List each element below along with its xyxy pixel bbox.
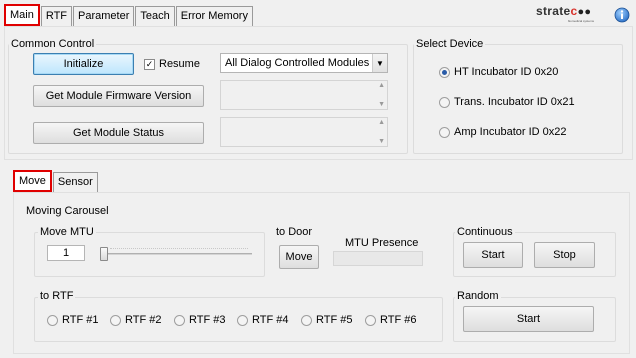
tab-move[interactable]: Move	[13, 170, 52, 192]
logo-text-a: strate	[536, 4, 571, 18]
rtf-label-2: RTF #2	[125, 314, 162, 326]
resume-checkbox[interactable]: ✓ Resume	[144, 58, 200, 70]
common-control-title: Common Control	[9, 38, 97, 50]
device-label-trans: Trans. Incubator ID 0x21	[454, 96, 575, 108]
firmware-version-button[interactable]: Get Module Firmware Version	[33, 85, 204, 107]
radio-icon[interactable]	[439, 96, 450, 108]
rtf-radio-2[interactable]: RTF #2	[110, 314, 161, 326]
device-radio-trans[interactable]: Trans. Incubator ID 0x21	[439, 96, 575, 108]
mtu-number-input[interactable]: 1	[47, 245, 85, 261]
radio-icon[interactable]	[301, 314, 312, 326]
continuous-start-button[interactable]: Start	[463, 242, 523, 268]
mtu-presence-label: MTU Presence	[345, 237, 419, 249]
mtu-slider[interactable]	[100, 245, 252, 265]
tab-parameter[interactable]: Parameter	[73, 6, 135, 26]
tab-sensor[interactable]: Sensor	[52, 172, 98, 192]
random-start-button[interactable]: Start	[463, 306, 594, 332]
resume-check-icon[interactable]: ✓	[144, 58, 155, 70]
rtf-label-4: RTF #4	[252, 314, 289, 326]
rtf-radio-5[interactable]: RTF #5	[301, 314, 352, 326]
device-label-amp: Amp Incubator ID 0x22	[454, 126, 567, 138]
scroll-up-icon[interactable]: ▲	[378, 82, 385, 89]
slider-thumb[interactable]	[100, 247, 108, 261]
tab-rtf[interactable]: RTF	[40, 6, 73, 26]
continuous-title: Continuous	[455, 226, 515, 238]
module-status-button[interactable]: Get Module Status	[33, 122, 204, 144]
firmware-output: ▲ ▼	[220, 80, 388, 110]
scroll-down-icon[interactable]: ▼	[378, 138, 385, 145]
radio-icon[interactable]	[47, 314, 58, 326]
logo-subtitle: biomedical systems	[567, 19, 594, 23]
rtf-label-5: RTF #5	[316, 314, 353, 326]
radio-icon[interactable]	[110, 314, 121, 326]
radio-icon[interactable]	[439, 126, 450, 138]
module-select-value: All Dialog Controlled Modules	[225, 57, 370, 69]
company-logo: stratec●● biomedical systems	[536, 4, 604, 26]
select-device-title: Select Device	[414, 38, 486, 50]
radio-icon[interactable]	[237, 314, 248, 326]
tab-main[interactable]: Main	[4, 4, 40, 26]
tab-error-memory[interactable]: Error Memory	[175, 6, 253, 26]
scroll-up-icon[interactable]: ▲	[378, 119, 385, 126]
module-select[interactable]: All Dialog Controlled Modules ▼	[220, 53, 388, 73]
continuous-stop-button[interactable]: Stop	[534, 242, 595, 268]
resume-label: Resume	[159, 58, 200, 70]
rtf-radio-4[interactable]: RTF #4	[237, 314, 288, 326]
initialize-button[interactable]: Initialize	[33, 53, 134, 75]
rtf-label-6: RTF #6	[380, 314, 417, 326]
rtf-radio-1[interactable]: RTF #1	[47, 314, 98, 326]
sub-tabbar: Move Sensor	[13, 170, 99, 192]
scroll-down-icon[interactable]: ▼	[378, 101, 385, 108]
moving-carousel-title: Moving Carousel	[24, 205, 111, 217]
radio-icon[interactable]	[174, 314, 185, 326]
rtf-radio-3[interactable]: RTF #3	[174, 314, 225, 326]
rtf-radio-6[interactable]: RTF #6	[365, 314, 416, 326]
to-rtf-title: to RTF	[38, 290, 76, 302]
main-tabbar: Main RTF Parameter Teach Error Memory	[4, 4, 254, 26]
chevron-down-icon[interactable]: ▼	[372, 54, 387, 72]
radio-icon[interactable]	[365, 314, 376, 326]
mtu-presence-indicator	[333, 251, 423, 266]
device-radio-ht[interactable]: HT Incubator ID 0x20	[439, 66, 558, 78]
radio-selected-icon[interactable]	[439, 66, 450, 78]
device-radio-amp[interactable]: Amp Incubator ID 0x22	[439, 126, 567, 138]
status-output: ▲ ▼	[220, 117, 388, 147]
info-icon[interactable]	[614, 7, 630, 23]
tab-teach[interactable]: Teach	[135, 6, 175, 26]
move-mtu-title: Move MTU	[38, 226, 96, 238]
door-move-button[interactable]: Move	[279, 245, 319, 269]
device-label-ht: HT Incubator ID 0x20	[454, 66, 559, 78]
rtf-label-1: RTF #1	[62, 314, 99, 326]
random-title: Random	[455, 290, 501, 302]
rtf-label-3: RTF #3	[189, 314, 226, 326]
